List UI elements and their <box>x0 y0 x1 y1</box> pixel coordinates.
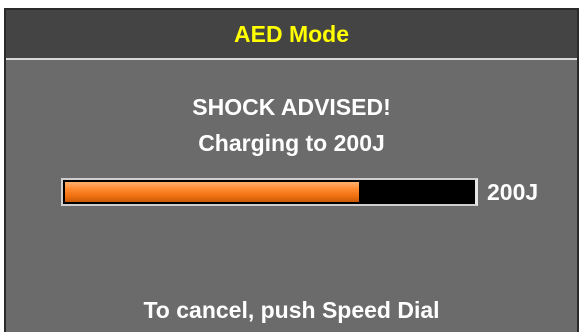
cancel-instruction: To cancel, push Speed Dial <box>143 297 440 323</box>
charge-progress-fill <box>65 182 359 202</box>
charge-target-label: 200J <box>487 179 539 205</box>
shock-advised-message: SHOCK ADVISED! <box>192 94 391 120</box>
aed-screen: AED Mode SHOCK ADVISED! Charging to 200J… <box>4 8 579 332</box>
title-bar: AED Mode <box>6 10 577 60</box>
charging-message: Charging to 200J <box>198 130 385 156</box>
charge-progress-bar <box>61 178 478 206</box>
screen-title: AED Mode <box>234 20 349 47</box>
